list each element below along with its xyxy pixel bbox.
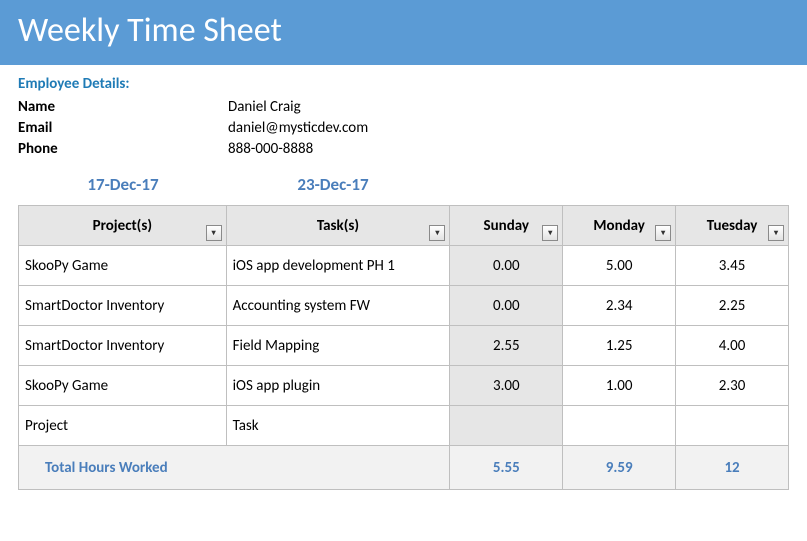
cell-task[interactable]: iOS app plugin <box>226 366 450 406</box>
cell-tuesday[interactable]: 4.00 <box>676 326 789 366</box>
filter-dropdown-icon[interactable]: ▾ <box>429 225 445 241</box>
cell-tuesday[interactable]: 3.45 <box>676 246 789 286</box>
page-header: Weekly Time Sheet <box>0 0 807 65</box>
timesheet-table: Project(s) ▾ Task(s) ▾ Sunday ▾ Monday ▾… <box>18 205 789 490</box>
cell-tuesday[interactable] <box>676 406 789 446</box>
label-phone: Phone <box>18 139 228 160</box>
col-header-task: Task(s) ▾ <box>226 206 450 246</box>
employee-details: Employee Details: Name Daniel Craig Emai… <box>0 65 807 160</box>
value-email: daniel@mysticdev.com <box>228 118 368 139</box>
employee-details-title: Employee Details: <box>18 75 789 93</box>
filter-dropdown-icon[interactable]: ▾ <box>542 225 558 241</box>
table-header-row: Project(s) ▾ Task(s) ▾ Sunday ▾ Monday ▾… <box>19 206 789 246</box>
totals-row: Total Hours Worked 5.55 9.59 12 <box>19 446 789 490</box>
col-header-sunday: Sunday ▾ <box>450 206 563 246</box>
label-email: Email <box>18 118 228 139</box>
total-tuesday: 12 <box>676 446 789 490</box>
cell-monday[interactable]: 5.00 <box>563 246 676 286</box>
table-row: Project Task <box>19 406 789 446</box>
col-header-task-label: Task(s) <box>317 217 359 235</box>
cell-monday[interactable]: 2.34 <box>563 286 676 326</box>
cell-monday[interactable]: 1.00 <box>563 366 676 406</box>
cell-tuesday[interactable]: 2.25 <box>676 286 789 326</box>
cell-sunday[interactable] <box>450 406 563 446</box>
filter-dropdown-icon[interactable]: ▾ <box>206 225 222 241</box>
filter-dropdown-icon[interactable]: ▾ <box>655 225 671 241</box>
employee-row-name: Name Daniel Craig <box>18 97 789 118</box>
totals-label: Total Hours Worked <box>19 446 450 490</box>
value-name: Daniel Craig <box>228 97 301 118</box>
cell-task[interactable]: Accounting system FW <box>226 286 450 326</box>
cell-task[interactable]: iOS app development PH 1 <box>226 246 450 286</box>
col-header-monday: Monday ▾ <box>563 206 676 246</box>
cell-task[interactable]: Field Mapping <box>226 326 450 366</box>
col-header-project: Project(s) ▾ <box>19 206 227 246</box>
cell-sunday[interactable]: 0.00 <box>450 246 563 286</box>
cell-project[interactable]: SmartDoctor Inventory <box>19 286 227 326</box>
cell-monday[interactable]: 1.25 <box>563 326 676 366</box>
total-sunday: 5.55 <box>450 446 563 490</box>
table-body: SkooPy Game iOS app development PH 1 0.0… <box>19 246 789 490</box>
label-name: Name <box>18 97 228 118</box>
col-header-tuesday: Tuesday ▾ <box>676 206 789 246</box>
total-monday: 9.59 <box>563 446 676 490</box>
col-header-monday-label: Monday <box>593 217 645 235</box>
cell-project[interactable]: SkooPy Game <box>19 366 227 406</box>
cell-tuesday[interactable]: 2.30 <box>676 366 789 406</box>
value-phone: 888-000-8888 <box>228 139 313 160</box>
timesheet-table-wrap: Project(s) ▾ Task(s) ▾ Sunday ▾ Monday ▾… <box>0 205 807 490</box>
table-row: SkooPy Game iOS app development PH 1 0.0… <box>19 246 789 286</box>
cell-project[interactable]: SmartDoctor Inventory <box>19 326 227 366</box>
col-header-project-label: Project(s) <box>93 217 152 235</box>
cell-sunday[interactable]: 0.00 <box>450 286 563 326</box>
col-header-sunday-label: Sunday <box>484 217 529 235</box>
col-header-tuesday-label: Tuesday <box>707 217 758 235</box>
cell-sunday[interactable]: 3.00 <box>450 366 563 406</box>
cell-monday[interactable] <box>563 406 676 446</box>
start-date: 17-Dec-17 <box>18 174 228 195</box>
cell-sunday[interactable]: 2.55 <box>450 326 563 366</box>
employee-row-phone: Phone 888-000-8888 <box>18 139 789 160</box>
cell-project[interactable]: Project <box>19 406 227 446</box>
table-row: SmartDoctor Inventory Accounting system … <box>19 286 789 326</box>
filter-dropdown-icon[interactable]: ▾ <box>768 225 784 241</box>
page-title: Weekly Time Sheet <box>18 10 282 51</box>
table-row: SkooPy Game iOS app plugin 3.00 1.00 2.3… <box>19 366 789 406</box>
employee-row-email: Email daniel@mysticdev.com <box>18 118 789 139</box>
cell-project[interactable]: SkooPy Game <box>19 246 227 286</box>
cell-task[interactable]: Task <box>226 406 450 446</box>
date-range: 17-Dec-17 23-Dec-17 <box>0 160 807 205</box>
table-row: SmartDoctor Inventory Field Mapping 2.55… <box>19 326 789 366</box>
end-date: 23-Dec-17 <box>228 174 438 195</box>
